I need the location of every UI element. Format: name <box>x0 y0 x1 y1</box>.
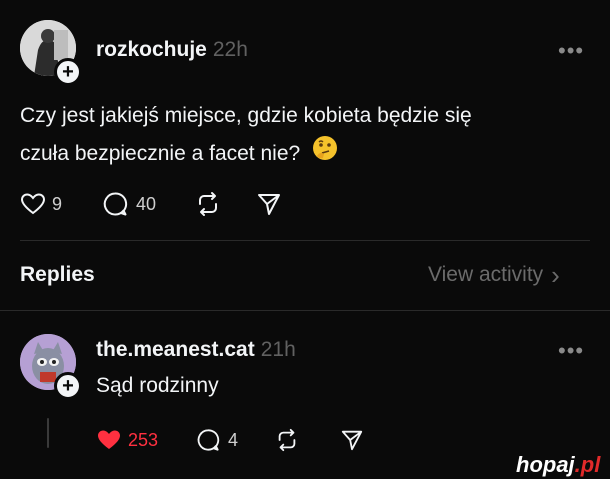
post-header: rozkochuje 22h <box>96 38 248 62</box>
reply-like-button[interactable]: 253 <box>96 428 158 452</box>
thread-line <box>47 418 49 448</box>
post-username[interactable]: rozkochuje <box>96 38 207 62</box>
post-like-button[interactable]: 9 <box>20 192 62 216</box>
post-share-button[interactable] <box>256 191 282 217</box>
post-text-line2-wrap: czuła bezpiecznie a facet nie? <box>20 135 590 174</box>
divider-bottom <box>0 310 610 311</box>
repost-icon <box>199 192 218 216</box>
post-actions: 9 40 <box>20 191 282 217</box>
replies-title: Replies <box>20 263 95 286</box>
reply-more-icon[interactable]: ••• <box>558 338 584 364</box>
divider-top <box>20 240 590 241</box>
reply-text: Sąd rodzinny <box>96 374 219 397</box>
share-icon <box>341 430 363 451</box>
heart-filled-icon <box>98 430 120 449</box>
reply-share-button[interactable] <box>340 428 364 452</box>
post-timestamp: 22h <box>212 38 248 61</box>
view-activity-link[interactable]: View activity › <box>428 260 560 290</box>
comment-icon <box>197 429 220 451</box>
post-body: Czy jest jakiejś miejsce, gdzie kobieta … <box>20 97 590 174</box>
post-text-line1: Czy jest jakiejś miejsce, gdzie kobieta … <box>20 104 472 127</box>
comment-icon <box>103 192 128 216</box>
post-repost-button[interactable] <box>194 191 222 217</box>
reply-repost-button[interactable] <box>274 428 300 452</box>
hopaj-watermark-logo: hopaj.pl <box>516 452 600 478</box>
chevron-right-icon: › <box>551 260 560 290</box>
watermark-name: hopaj <box>516 452 575 477</box>
repost-icon <box>278 428 296 452</box>
reply-follow-plus-icon[interactable]: + <box>54 372 82 400</box>
post-text-line2: czuła bezpiecznie a facet nie? <box>20 142 301 166</box>
reply-comment-button[interactable]: 4 <box>196 428 238 452</box>
reply-comment-count: 4 <box>228 429 239 450</box>
thinking-face-emoji-icon <box>312 135 338 174</box>
watermark-tld: .pl <box>574 452 601 477</box>
reply-header: the.meanest.cat 21h <box>96 338 296 362</box>
reply-like-count: 253 <box>128 429 159 450</box>
post-like-count: 9 <box>52 193 63 214</box>
share-icon <box>258 194 281 215</box>
view-activity-label: View activity <box>428 263 544 286</box>
reply-actions: 253 4 <box>96 428 364 452</box>
post-more-icon[interactable]: ••• <box>558 38 584 64</box>
post: + rozkochuje 22h ••• Czy jest jakiejś mi… <box>0 0 610 230</box>
post-comment-button[interactable]: 40 <box>102 191 156 217</box>
reply-username[interactable]: the.meanest.cat <box>96 338 255 362</box>
heart-icon <box>20 193 46 215</box>
reply-timestamp: 21h <box>260 338 296 361</box>
follow-plus-icon[interactable]: + <box>54 58 82 86</box>
post-comment-count: 40 <box>136 193 157 214</box>
